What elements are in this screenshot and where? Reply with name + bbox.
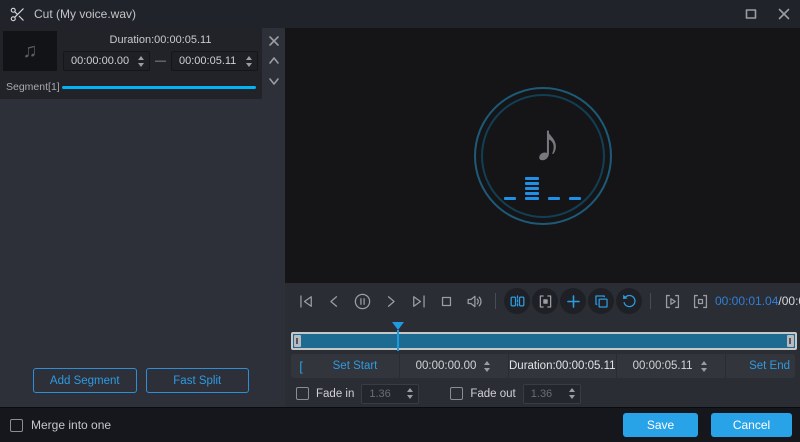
divider (650, 293, 651, 309)
maximize-icon (745, 8, 757, 20)
close-button[interactable] (767, 0, 800, 28)
trim-end-spinner[interactable] (699, 361, 709, 372)
stop-button[interactable] (433, 288, 459, 314)
chevron-right-icon (381, 292, 400, 311)
maximize-button[interactable] (734, 0, 767, 28)
set-end-button[interactable]: Set End (726, 360, 795, 372)
volume-button[interactable] (461, 288, 487, 314)
split-icon (508, 292, 527, 311)
fade-out-label: Fade out (470, 388, 515, 400)
cut-dialog: Cut (My voice.wav) ♫ Duration:00: (0, 0, 800, 442)
segment-card[interactable]: ♫ Duration:00:00:05.11 00:00:00.00 — (0, 28, 262, 99)
segment-progress-fill (62, 86, 256, 89)
go-to-end-icon (409, 292, 428, 311)
go-to-start-icon (297, 292, 316, 311)
segment-name: Segment[1] (0, 81, 60, 93)
fade-out-input[interactable]: 1.36 (523, 384, 581, 404)
close-icon (778, 8, 790, 20)
merge-into-one-checkbox[interactable] (10, 419, 23, 432)
chevron-up-icon (268, 55, 280, 67)
fade-in-input[interactable]: 1.36 (361, 384, 419, 404)
stop-segment-icon (691, 292, 710, 311)
fade-controls: Fade in 1.36 Fade out 1.36 (285, 380, 800, 407)
play-segment-button[interactable] (659, 288, 685, 314)
move-segment-down-button[interactable] (266, 74, 282, 88)
pause-circle-icon (353, 292, 372, 311)
trim-start-handle[interactable] (294, 335, 301, 347)
segment-end-input[interactable]: 00:00:05.11 (171, 51, 258, 71)
play-segment-icon (663, 292, 682, 311)
trim-end-handle[interactable] (787, 335, 794, 347)
split-button[interactable] (504, 288, 530, 314)
fade-in-spinner[interactable] (405, 388, 415, 399)
total-time: 00:00:05.11 (782, 294, 800, 308)
copy-icon (592, 292, 611, 311)
chevron-left-icon (325, 292, 344, 311)
audio-placeholder-circle: ♪ (474, 87, 612, 225)
titlebar: Cut (My voice.wav) (0, 0, 800, 28)
music-note-icon: ♫ (23, 40, 38, 63)
player-controls: 00:00:01.04/00:00:05.11 (285, 283, 800, 319)
preview-pane: ♪ (285, 28, 800, 407)
next-frame-button[interactable] (377, 288, 403, 314)
chevron-down-icon (268, 75, 280, 87)
add-segment-quick-button[interactable] (560, 288, 586, 314)
playhead-line (397, 330, 399, 351)
trim-start-input[interactable]: 00:00:00.00 (400, 360, 508, 372)
audio-preview: ♪ (285, 28, 800, 283)
range-separator: — (150, 55, 171, 67)
select-region-button[interactable] (532, 288, 558, 314)
timeline-playhead[interactable] (392, 322, 404, 351)
go-to-start-button[interactable] (293, 288, 319, 314)
region-icon (536, 292, 555, 311)
music-note-icon: ♪ (534, 116, 561, 170)
pause-button[interactable] (349, 288, 375, 314)
reset-button[interactable] (616, 288, 642, 314)
fade-out-checkbox[interactable] (450, 387, 463, 400)
segment-progress-track (62, 86, 256, 89)
segments-panel: ♫ Duration:00:00:05.11 00:00:00.00 — (0, 28, 285, 407)
current-time: 00:00:01.04 (715, 294, 778, 308)
timeline-track[interactable] (291, 332, 797, 350)
timeline (285, 319, 800, 353)
copy-segment-button[interactable] (588, 288, 614, 314)
segment-end-spinner[interactable] (244, 56, 254, 67)
segment-thumbnail: ♫ (3, 31, 57, 71)
plus-icon (564, 292, 583, 311)
trim-bar: [ Set Start 00:00:00.00 Duration:00:00:0… (291, 354, 795, 378)
segment-start-spinner[interactable] (136, 56, 146, 67)
fast-split-button[interactable]: Fast Split (146, 368, 250, 393)
add-segment-button[interactable]: Add Segment (33, 368, 137, 393)
move-segment-up-button[interactable] (266, 54, 282, 68)
trim-start-spinner[interactable] (482, 361, 492, 372)
equalizer-icon (504, 174, 581, 200)
playhead-marker-icon (392, 322, 404, 330)
stop-segment-button[interactable] (687, 288, 713, 314)
go-to-end-button[interactable] (405, 288, 431, 314)
trim-duration-label: Duration:00:00:05.11 (509, 360, 616, 372)
volume-icon (465, 292, 484, 311)
delete-segment-button[interactable] (266, 34, 282, 48)
reset-icon (620, 292, 639, 311)
fade-out-spinner[interactable] (567, 388, 577, 399)
stop-icon (437, 292, 456, 311)
window-title: Cut (My voice.wav) (34, 7, 136, 21)
segment-duration-label: Duration:00:00:05.11 (63, 34, 258, 46)
previous-frame-button[interactable] (321, 288, 347, 314)
trim-end-input[interactable]: 00:00:05.11 (617, 360, 725, 372)
segment-start-input[interactable]: 00:00:00.00 (63, 51, 150, 71)
set-start-button[interactable]: Set Start (311, 360, 399, 372)
cancel-button[interactable]: Cancel (711, 413, 792, 437)
footer-bar: Merge into one Save Cancel (0, 407, 800, 442)
delete-segment-icon (268, 35, 280, 47)
divider (495, 293, 496, 309)
save-button[interactable]: Save (623, 413, 698, 437)
scissors-icon (9, 6, 26, 23)
time-display: 00:00:01.04/00:00:05.11 (715, 294, 800, 308)
fade-in-checkbox[interactable] (296, 387, 309, 400)
merge-into-one-label: Merge into one (31, 418, 111, 432)
left-bracket-icon: [ (291, 359, 311, 374)
fade-in-label: Fade in (316, 388, 354, 400)
